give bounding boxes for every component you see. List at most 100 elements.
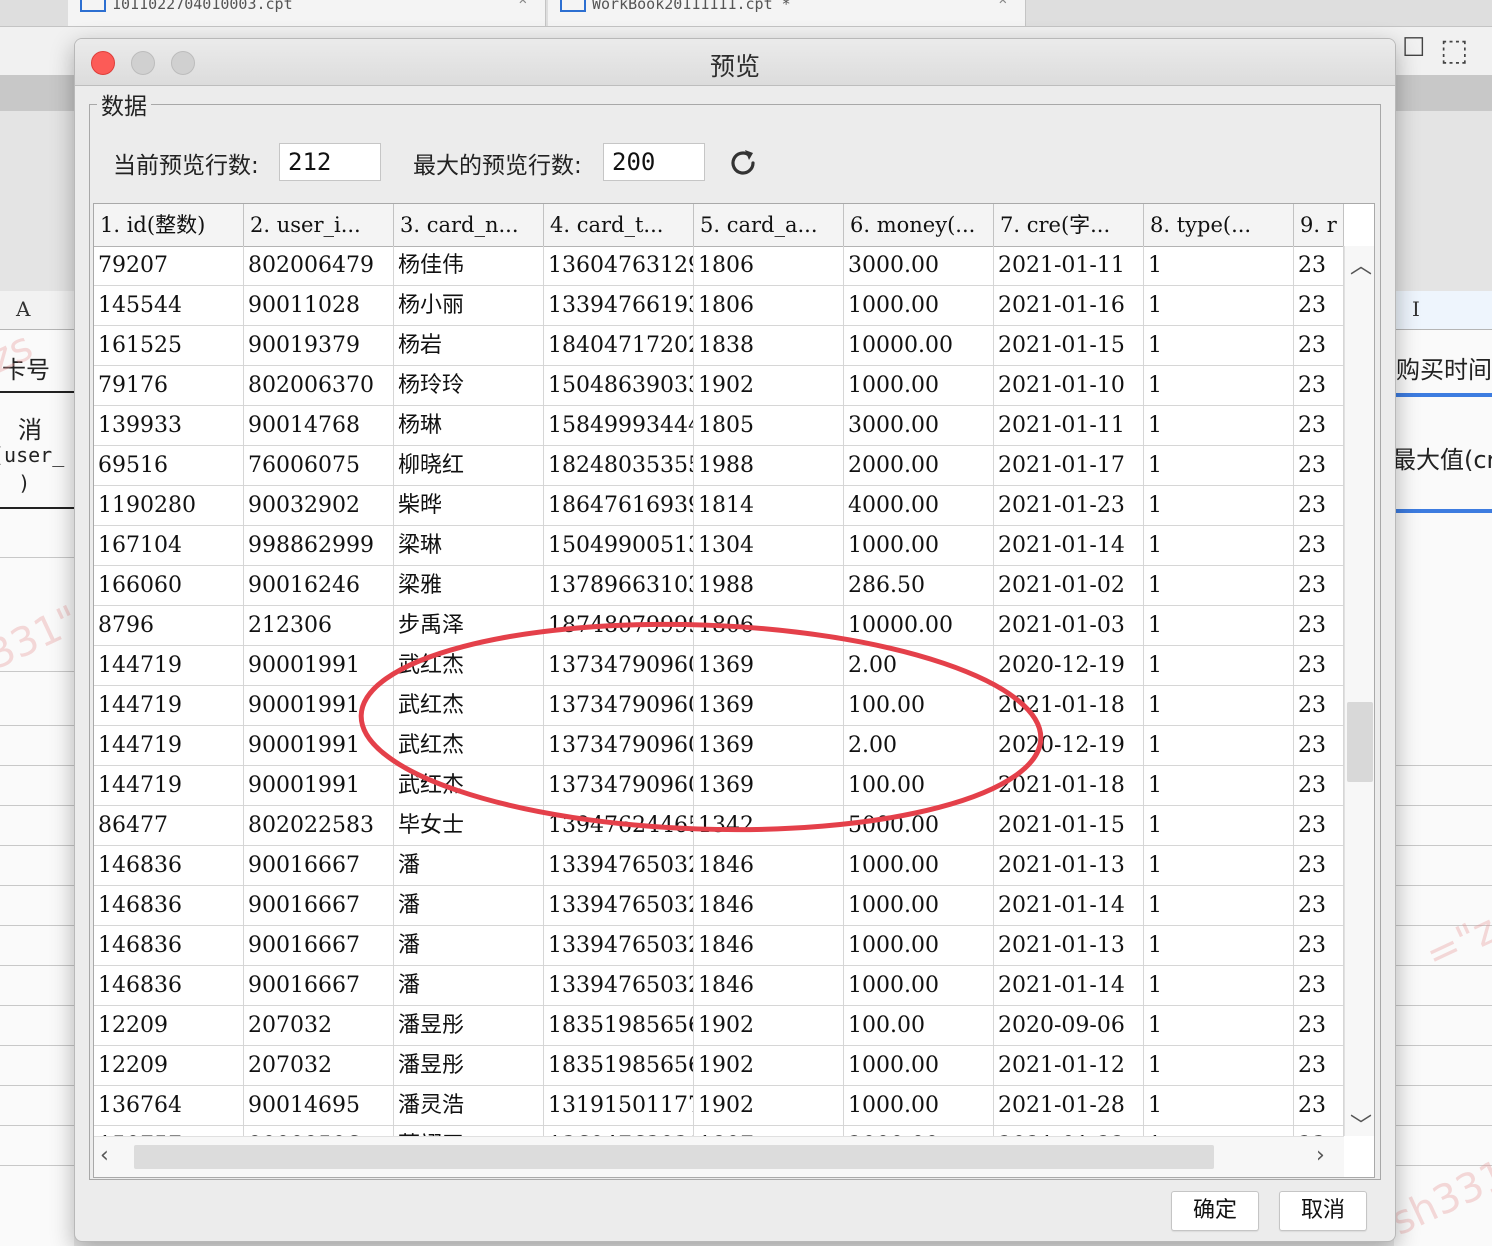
table-cell[interactable]: 2021-01-16 [994,286,1144,326]
table-cell[interactable]: 90014768 [244,406,394,446]
table-cell[interactable]: 90019379 [244,326,394,366]
table-cell[interactable]: 2021-01-18 [994,766,1144,806]
table-cell[interactable]: 莆翊天 [394,1126,544,1136]
table-cell[interactable]: 146836 [94,886,244,926]
table-cell[interactable]: 23 [1294,366,1344,406]
table-cell[interactable]: 1369 [694,686,844,726]
table-cell[interactable]: 150757 [94,1126,244,1136]
scroll-down-arrow-icon[interactable]: ﹀ [1350,1108,1372,1140]
table-cell[interactable]: 23 [1294,446,1344,486]
table-cell[interactable]: 3000.00 [844,246,994,286]
table-row[interactable]: 1190280 90032902 柴晔 18647616939 1814 4000.00 2… [94,486,1344,526]
table-row[interactable]: 12209 207032 潘昱彤 18351985656 1902 1000.00 2021… [94,1046,1344,1086]
table-cell[interactable]: 90016667 [244,966,394,1006]
table-cell[interactable]: 武红杰 [394,766,544,806]
table-cell[interactable]: 1 [1144,406,1294,446]
table-cell[interactable]: 1902 [694,1006,844,1046]
table-cell[interactable]: 18351985656 [544,1046,694,1086]
table-cell[interactable]: 12209 [94,1006,244,1046]
table-cell[interactable]: 梁琳 [394,526,544,566]
table-cell[interactable]: 1 [1144,1046,1294,1086]
table-cell[interactable]: 90016246 [244,566,394,606]
table-cell[interactable]: 1369 [694,766,844,806]
table-cell[interactable]: 13734790960 [544,646,694,686]
frame-tool-icon[interactable]: ⬚ [1440,33,1468,68]
table-cell[interactable]: 1000.00 [844,926,994,966]
table-row[interactable]: 167104 998862999 梁琳 15049900513 1304 1000.00 2… [94,526,1344,566]
table-cell[interactable]: 1304 [694,526,844,566]
border-tool-icon[interactable]: ☐ [1402,33,1425,63]
table-cell[interactable]: 2021-01-23 [994,486,1144,526]
table-cell[interactable]: 潘昱彤 [394,1006,544,1046]
table-cell[interactable]: 12209 [94,1046,244,1086]
table-cell[interactable]: 1846 [694,966,844,1006]
table-cell[interactable]: 1 [1144,606,1294,646]
table-cell[interactable]: 1 [1144,326,1294,366]
table-cell[interactable]: 1 [1144,846,1294,886]
table-cell[interactable]: 144719 [94,766,244,806]
table-cell[interactable]: 23 [1294,286,1344,326]
table-cell[interactable]: 潘灵浩 [394,1086,544,1126]
table-cell[interactable]: 146836 [94,926,244,966]
table-cell[interactable]: 1988 [694,446,844,486]
column-header-7[interactable]: 7. cre(字... [994,204,1144,246]
table-cell[interactable]: 1369 [694,646,844,686]
table-cell[interactable]: 86477 [94,806,244,846]
table-cell[interactable]: 1988 [694,566,844,606]
table-cell[interactable]: 144719 [94,646,244,686]
table-cell[interactable]: 23 [1294,726,1344,766]
table-row[interactable]: 161525 90019379 杨岩 18404717202 1838 10000.00 2… [94,326,1344,366]
table-cell[interactable]: 18351985656 [544,1006,694,1046]
table-cell[interactable]: 杨佳伟 [394,246,544,286]
tab-close-icon[interactable]: ✕ [999,0,1007,7]
table-cell[interactable]: 杨琳 [394,406,544,446]
column-header-8[interactable]: 8. type(... [1144,204,1294,246]
table-cell[interactable]: 144719 [94,686,244,726]
dialog-titlebar[interactable]: 预览 [75,39,1395,86]
table-cell[interactable]: 1846 [694,886,844,926]
table-cell[interactable]: 1846 [694,926,844,966]
table-row[interactable]: 69516 76006075 柳晓红 18248035355 1988 2000.00 20… [94,446,1344,486]
table-cell[interactable]: 167104 [94,526,244,566]
table-cell[interactable]: 2021-01-17 [994,446,1144,486]
table-cell[interactable]: 1 [1144,926,1294,966]
table-cell[interactable]: 23 [1294,566,1344,606]
table-cell[interactable]: 23 [1294,926,1344,966]
table-cell[interactable]: 3000.00 [844,406,994,446]
table-cell[interactable]: 1 [1144,566,1294,606]
table-cell[interactable]: 2021-01-02 [994,566,1144,606]
table-cell[interactable]: 武红杰 [394,686,544,726]
table-cell[interactable]: 1 [1144,646,1294,686]
table-cell[interactable]: 1 [1144,1126,1294,1136]
table-cell[interactable]: 23 [1294,966,1344,1006]
table-cell[interactable]: 2021-01-14 [994,886,1144,926]
table-cell[interactable]: 802006370 [244,366,394,406]
table-cell[interactable]: 90009506 [244,1126,394,1136]
table-cell[interactable]: 1 [1144,1006,1294,1046]
table-cell[interactable]: 13734790960 [544,726,694,766]
table-cell[interactable]: 2021-01-11 [994,246,1144,286]
table-cell[interactable]: 毕女士 [394,806,544,846]
table-cell[interactable]: 23 [1294,886,1344,926]
table-cell[interactable]: 1805 [694,406,844,446]
table-cell[interactable]: 1902 [694,1086,844,1126]
table-cell[interactable]: 90001991 [244,646,394,686]
table-cell[interactable]: 1 [1144,806,1294,846]
vertical-scrollbar[interactable]: ︿ ﹀ [1344,246,1374,1139]
table-cell[interactable]: 18248035355 [544,446,694,486]
table-cell[interactable]: 梁雅 [394,566,544,606]
table-row[interactable]: 144719 90001991 武红杰 13734790960 1369 100.00 20… [94,766,1344,806]
table-cell[interactable]: 1 [1144,766,1294,806]
table-cell[interactable]: 1 [1144,446,1294,486]
table-cell[interactable]: 2021-01-18 [994,686,1144,726]
table-cell[interactable]: 1902 [694,1046,844,1086]
table-cell[interactable]: 161525 [94,326,244,366]
refresh-icon[interactable] [725,145,761,181]
table-cell[interactable]: 武红杰 [394,646,544,686]
table-cell[interactable]: 13947624465 [544,806,694,846]
table-cell[interactable]: 潘昱彤 [394,1046,544,1086]
max-rows-field[interactable]: 200 [603,143,705,181]
table-cell[interactable]: 23 [1294,1126,1344,1136]
table-cell[interactable]: 13734790960 [544,766,694,806]
table-cell[interactable]: 23 [1294,246,1344,286]
